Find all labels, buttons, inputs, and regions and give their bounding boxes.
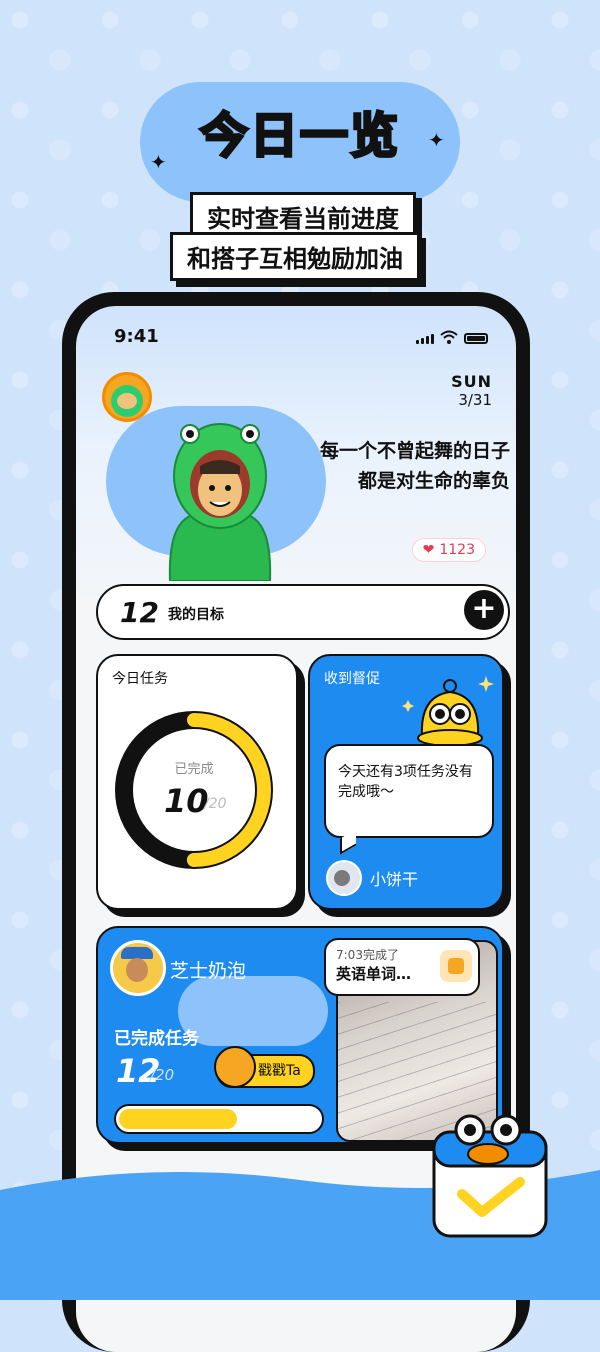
goal-bar[interactable]: 12 我的目标 + <box>96 584 510 640</box>
total-count: /20 <box>150 1066 175 1084</box>
hero-tagline: 和搭子互相勉励加油 <box>170 232 420 281</box>
done-label: 已完成 <box>174 762 214 777</box>
status-icons <box>416 330 488 344</box>
sender-name: 小饼干 <box>370 870 419 889</box>
progress-fill <box>119 1109 237 1129</box>
task-mascot-icon <box>432 1114 548 1238</box>
poke-label: 戳戳Ta <box>258 1063 301 1079</box>
like-button[interactable]: ❤ 1123 <box>411 538 486 562</box>
avatar <box>326 860 362 896</box>
today-tasks-card[interactable]: 今日任务 已完成 10 /20 <box>96 654 298 910</box>
plus-icon: + <box>471 591 497 626</box>
friend-progress-bar <box>114 1104 324 1134</box>
completion-bubble: 7:03完成了 英语单词… <box>324 938 480 996</box>
chick-icon <box>214 1046 256 1088</box>
like-count: 1123 <box>439 542 475 558</box>
add-goal-button[interactable]: + <box>464 590 504 630</box>
thumbs-up-icon[interactable] <box>440 950 472 982</box>
dino-character-illustration <box>168 423 272 581</box>
reminder-card[interactable]: 收到督促 今天还有3项任务没有完成哦～ 小饼干 <box>308 654 504 910</box>
signal-icon <box>416 334 434 344</box>
date: 3/31 <box>458 391 492 409</box>
friend-blob <box>178 976 328 1046</box>
wifi-icon <box>440 330 458 344</box>
hero-title: 今日一览 <box>198 107 400 166</box>
done-label: 已完成任务 <box>114 1029 199 1049</box>
daily-quote: 每一个不曾起舞的日子 都是对生命的辜负 <box>266 436 510 496</box>
goal-count: 12 <box>120 596 159 629</box>
done-count: 10 <box>164 782 209 820</box>
goal-label: 我的目标 <box>168 607 224 623</box>
poke-button[interactable]: 戳戳Ta <box>214 1046 315 1088</box>
avatar[interactable] <box>110 940 166 996</box>
quote-line: 每一个不曾起舞的日子 <box>319 440 510 462</box>
total-count: /20 <box>204 796 227 812</box>
weekday: SUN <box>451 372 492 391</box>
heart-icon: ❤ <box>422 542 435 558</box>
battery-icon <box>464 333 488 344</box>
status-time: 9:41 <box>114 326 159 347</box>
reminder-message: 今天还有3项任务没有完成哦～ <box>324 744 494 838</box>
card-title: 收到督促 <box>324 671 380 687</box>
reminder-sender[interactable]: 小饼干 <box>326 860 418 896</box>
card-title: 今日任务 <box>112 671 168 687</box>
date-display: SUN 3/31 <box>451 372 492 409</box>
status-bar: 9:41 <box>76 320 516 350</box>
friend-name: 芝士奶泡 <box>170 960 247 982</box>
quote-line: 都是对生命的辜负 <box>357 470 510 492</box>
